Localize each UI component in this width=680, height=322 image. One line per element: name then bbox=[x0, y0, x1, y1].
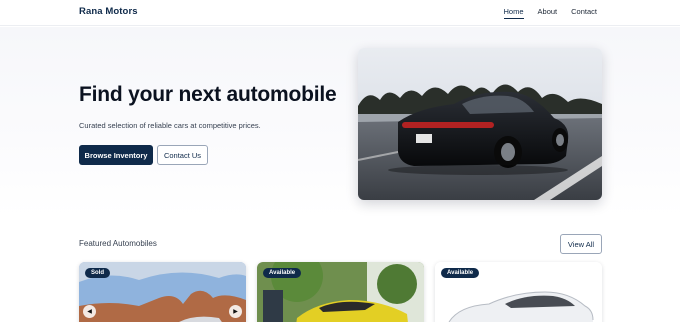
nav-contact[interactable]: Contact bbox=[571, 7, 597, 19]
site-header: Rana Motors Home About Contact bbox=[0, 0, 680, 26]
car-card[interactable]: Available bbox=[257, 262, 424, 322]
status-badge: Available bbox=[263, 268, 302, 278]
hero-title: Find your next automobile bbox=[79, 83, 337, 106]
status-badge: Available bbox=[441, 268, 480, 278]
featured-title: Featured Automobiles bbox=[79, 239, 157, 248]
contact-us-button[interactable]: Contact Us bbox=[157, 145, 208, 165]
chevron-right-icon[interactable]: ▶ bbox=[229, 305, 242, 318]
car-card[interactable]: Available bbox=[435, 262, 602, 322]
main-nav: Home About Contact bbox=[503, 7, 597, 19]
car-card[interactable]: Sold ◀ ▶ bbox=[79, 262, 246, 322]
chevron-left-icon[interactable]: ◀ bbox=[83, 305, 96, 318]
hero-subtitle: Curated selection of reliable cars at co… bbox=[79, 121, 261, 130]
browse-inventory-button[interactable]: Browse Inventory bbox=[79, 145, 153, 165]
status-badge: Sold bbox=[85, 268, 110, 278]
hero-section: Find your next automobile Curated select… bbox=[0, 27, 680, 217]
nav-about[interactable]: About bbox=[538, 7, 558, 19]
nav-home[interactable]: Home bbox=[503, 7, 524, 19]
hero-car-image bbox=[358, 48, 602, 200]
view-all-button[interactable]: View All bbox=[560, 234, 602, 254]
brand-logo[interactable]: Rana Motors bbox=[79, 6, 138, 17]
